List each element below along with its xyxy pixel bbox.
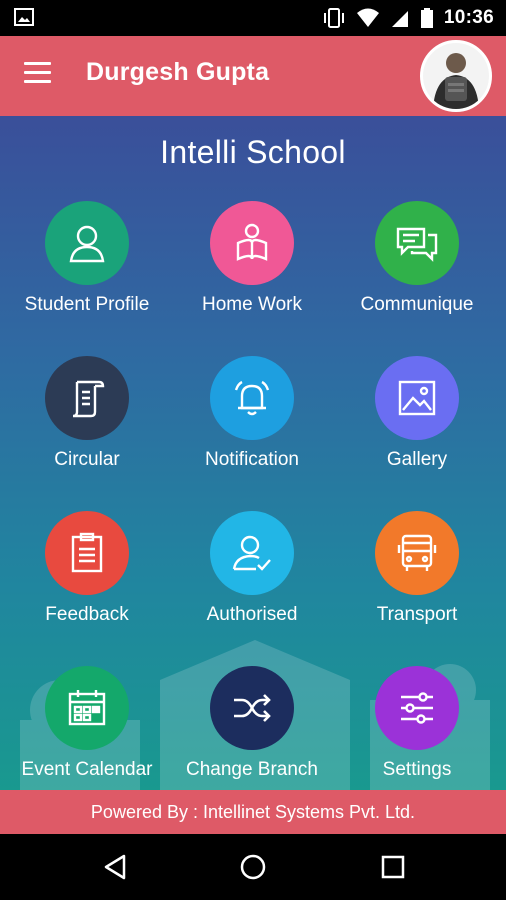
wifi-icon bbox=[356, 8, 379, 27]
chat-icon bbox=[396, 227, 438, 262]
app-bar: Durgesh Gupta bbox=[0, 36, 506, 116]
back-icon[interactable] bbox=[100, 852, 130, 882]
vibrate-icon bbox=[323, 8, 344, 28]
menu-change-branch[interactable]: Change Branch bbox=[168, 666, 336, 790]
signal-icon bbox=[391, 11, 408, 27]
hamburger-menu-icon[interactable] bbox=[24, 62, 54, 88]
bus-icon bbox=[397, 534, 437, 571]
menu-label: Authorised bbox=[206, 604, 298, 625]
reading-icon bbox=[236, 223, 268, 261]
clipboard-icon bbox=[71, 532, 103, 573]
image-icon bbox=[398, 380, 436, 416]
menu-gallery[interactable]: Gallery bbox=[333, 356, 501, 496]
menu-feedback[interactable]: Feedback bbox=[3, 511, 171, 651]
user-name: Durgesh Gupta bbox=[86, 58, 270, 86]
menu-transport[interactable]: Transport bbox=[333, 511, 501, 651]
powered-by-footer: Powered By : Intellinet Systems Pvt. Ltd… bbox=[0, 790, 506, 834]
system-nav-bar bbox=[0, 834, 506, 900]
menu-settings[interactable]: Settings bbox=[333, 666, 501, 790]
menu-label: Feedback bbox=[45, 604, 129, 625]
school-name: Intelli School bbox=[160, 134, 346, 170]
menu-communique[interactable]: Communique bbox=[333, 201, 501, 341]
menu-label: Settings bbox=[382, 759, 452, 780]
scroll-icon bbox=[72, 380, 105, 418]
menu-student-profile[interactable]: Student Profile bbox=[3, 201, 171, 341]
recents-icon[interactable] bbox=[378, 852, 408, 882]
battery-icon bbox=[420, 8, 433, 28]
calendar-icon bbox=[68, 690, 106, 726]
status-bar: 10:36 bbox=[0, 0, 506, 36]
menu-label: Home Work bbox=[202, 294, 302, 315]
home-icon[interactable] bbox=[238, 852, 268, 882]
menu-label: Change Branch bbox=[185, 759, 319, 780]
menu-label: Notification bbox=[205, 449, 299, 470]
user-check-icon bbox=[232, 535, 271, 571]
menu-circular[interactable]: Circular bbox=[3, 356, 171, 496]
menu-label: Transport bbox=[376, 604, 458, 625]
bell-icon bbox=[234, 380, 270, 416]
menu-label: Gallery bbox=[386, 449, 448, 470]
dashboard: Intelli School Student Profile Home Work bbox=[0, 116, 506, 790]
user-icon bbox=[69, 225, 105, 263]
menu-label: Student Profile bbox=[24, 294, 150, 315]
image-notification-icon bbox=[14, 8, 34, 26]
menu-label: Communique bbox=[360, 294, 474, 315]
shuffle-icon bbox=[234, 694, 271, 722]
menu-label: Event Calendar bbox=[21, 759, 153, 780]
menu-event-calendar[interactable]: Event Calendar bbox=[3, 666, 171, 790]
menu-authorised[interactable]: Authorised bbox=[168, 511, 336, 651]
menu-label: Circular bbox=[54, 449, 120, 470]
sliders-icon bbox=[401, 692, 433, 724]
avatar[interactable] bbox=[420, 40, 492, 112]
menu-notification[interactable]: Notification bbox=[168, 356, 336, 496]
menu-home-work[interactable]: Home Work bbox=[168, 201, 336, 341]
clock: 10:36 bbox=[443, 7, 494, 28]
